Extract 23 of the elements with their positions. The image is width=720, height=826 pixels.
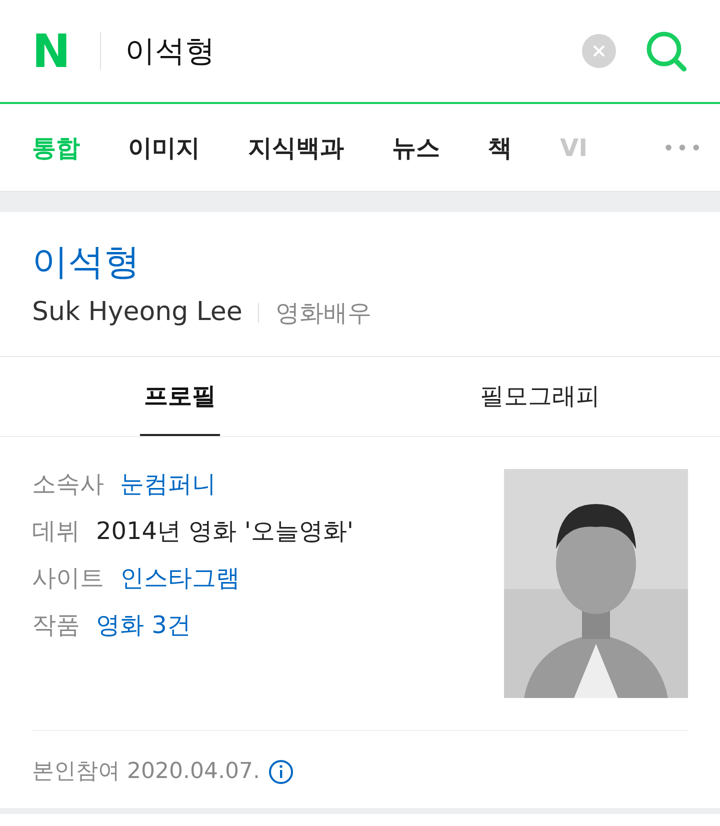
info-icon[interactable]: [268, 758, 294, 784]
profile-tab[interactable]: 프로필: [140, 357, 220, 436]
info-link[interactable]: 영화 3건: [96, 607, 191, 643]
close-icon: [592, 44, 606, 58]
search-tab[interactable]: 지식백과: [248, 130, 344, 166]
participation-date: 본인참여 2020.04.07.: [32, 758, 260, 786]
occupation: 영화배우: [275, 298, 372, 328]
search-field[interactable]: 이석형: [125, 28, 582, 74]
search-tab[interactable]: 이미지: [128, 130, 200, 166]
info-label: 사이트: [32, 563, 104, 594]
search-icon[interactable]: [644, 29, 688, 73]
info-label: 작품: [32, 610, 80, 641]
search-tab[interactable]: 책: [488, 130, 512, 166]
search-tab[interactable]: 뉴스: [392, 130, 440, 166]
info-value: 2014년 영화 '오늘영화': [96, 516, 354, 547]
clear-button[interactable]: [582, 34, 616, 68]
info-link[interactable]: 눈컴퍼니: [120, 466, 216, 502]
english-name: Suk Hyeong Lee: [32, 296, 242, 329]
person-name[interactable]: 이석형: [32, 240, 688, 285]
info-link[interactable]: 인스타그램: [120, 560, 240, 596]
profile-tab[interactable]: 필모그래피: [476, 357, 604, 436]
info-label: 데뷔: [32, 516, 80, 547]
info-label: 소속사: [32, 469, 104, 500]
